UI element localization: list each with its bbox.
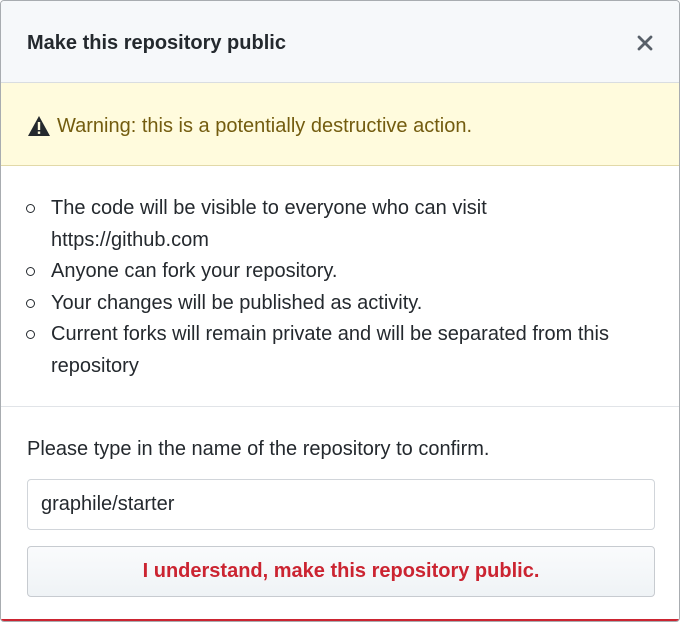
list-item-text: Anyone can fork your repository. [51,260,338,282]
bullet-icon [26,330,35,339]
list-item: Current forks will remain private and wi… [1,319,679,382]
alert-icon [27,115,51,137]
list-item-text: Current forks will remain private and wi… [51,323,609,377]
close-icon[interactable] [631,29,659,57]
dialog-title: Make this repository public [27,32,286,54]
bullet-icon [26,267,35,276]
list-item-text: Your changes will be published as activi… [51,291,423,314]
consequence-list: The code will be visible to everyone who… [1,193,679,382]
list-item-text: The code will be visible to everyone who… [51,197,487,251]
danger-accent-bar [1,619,679,621]
section-divider [1,406,679,407]
repository-name-input[interactable] [27,479,655,530]
warning-text: Warning: this is a potentially destructi… [57,115,473,137]
make-public-button[interactable]: I understand, make this repository publi… [27,546,655,597]
list-item: Anyone can fork your repository. [1,256,679,288]
bullet-icon [26,298,35,308]
make-public-dialog: Make this repository public Warning: thi… [0,0,680,622]
list-item: Your changes will be published as activi… [1,288,679,320]
confirm-label: Please type in the name of the repositor… [27,438,490,460]
dialog-header: Make this repository public [1,1,679,83]
bullet-icon [26,204,35,213]
list-item: The code will be visible to everyone who… [1,193,679,256]
